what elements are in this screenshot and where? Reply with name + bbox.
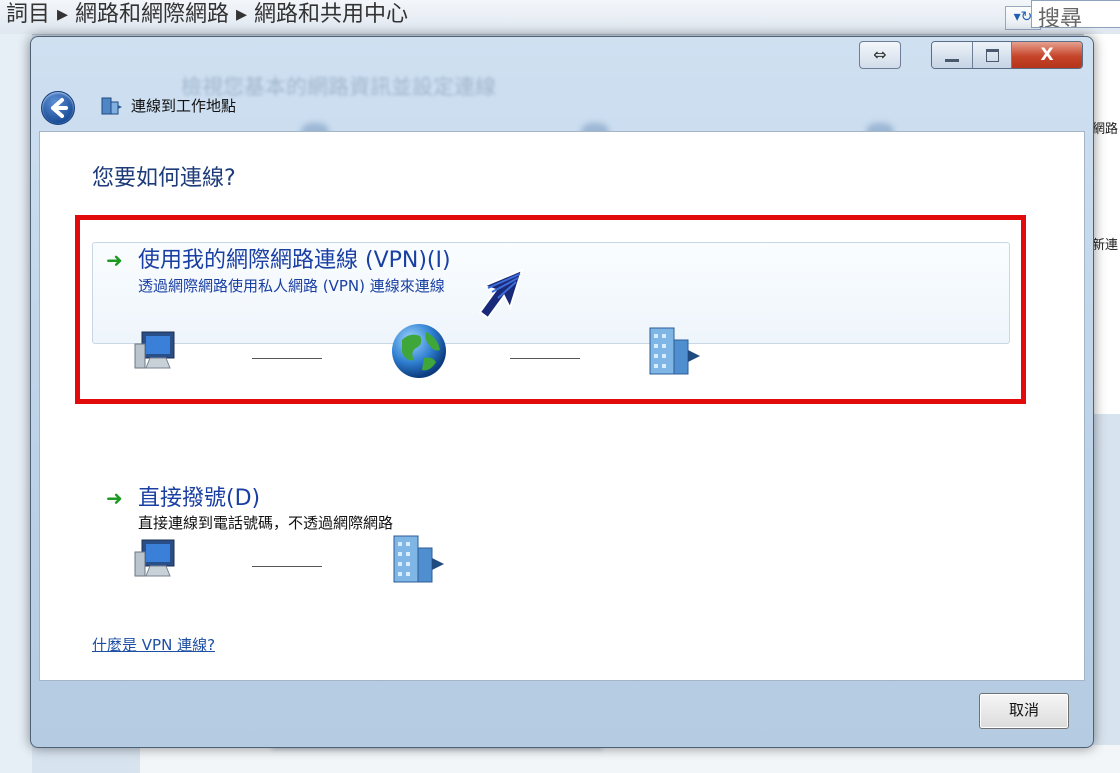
dialup-option-title[interactable]: 直接撥號(D) [138,480,260,512]
background-explorer-toolbar: 詞目 ▸ 網路和網際網路 ▸ 網路和共用中心 ▾↻ 搜尋 [0,0,1120,35]
background-right-text[interactable]: 網路 [1092,118,1118,137]
maximize-icon [985,49,999,62]
background-right-text[interactable]: 新連 [1092,234,1118,253]
minimize-button[interactable] [932,42,973,68]
cursor-icon [478,268,524,320]
close-button[interactable]: X [1012,42,1082,68]
cancel-button[interactable]: 取消 [979,693,1069,729]
window-controls: X [931,41,1083,69]
computer-icon [134,539,175,577]
dialup-option-description[interactable]: 直接連線到電話號碼，不透過網際網路 [138,512,393,533]
dialog-content: 您要如何連線? ➜ 使用我的網際網路連線 (VPN)(I) 透過網際網路使用私人… [39,131,1085,681]
maximize-button[interactable] [973,42,1012,68]
minimize-icon [945,59,959,62]
back-arrow-icon [51,98,68,118]
back-button[interactable] [41,91,75,125]
page-title: 您要如何連線? [92,166,236,191]
background-search-input[interactable]: 搜尋 [1031,0,1120,28]
background-breadcrumb[interactable]: 詞目 ▸ 網路和網際網路 ▸ 網路和共用中心 [6,0,408,28]
highlight-annotation [75,215,1026,404]
arrow-right-icon: ➜ [106,486,123,510]
building-icon [393,535,444,583]
network-icon [101,97,122,115]
help-link-vpn[interactable]: 什麼是 VPN 連線? [92,634,215,655]
background-left-pane [0,34,32,773]
switch-window-button[interactable]: ⇔ [859,41,901,69]
dialog-footer: 取消 [39,679,1083,741]
connection-line [252,566,322,567]
window-title: 連線到工作地點 [131,97,237,115]
